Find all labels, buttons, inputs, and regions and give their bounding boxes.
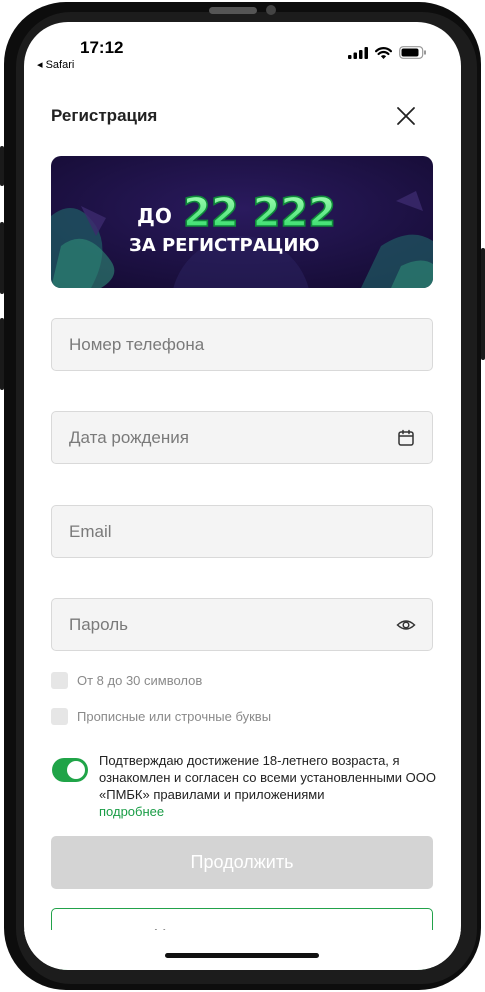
phone-field[interactable]: Номер телефона: [51, 318, 433, 371]
age-consent-toggle[interactable]: [52, 758, 88, 782]
calendar-icon[interactable]: [396, 428, 416, 448]
email-placeholder: Email: [69, 522, 112, 541]
birthdate-field[interactable]: Дата рождения: [51, 411, 433, 464]
back-to-safari-link[interactable]: ◂ Safari: [37, 58, 74, 71]
battery-icon: [399, 46, 426, 59]
page-title: Регистрация: [51, 106, 158, 125]
status-icons: [348, 46, 427, 59]
phone-speaker: [209, 7, 257, 14]
status-time: 17:12: [80, 38, 124, 57]
continue-button[interactable]: Продолжить: [51, 836, 433, 889]
cellular-signal-icon: [348, 46, 368, 59]
toggle-knob: [67, 761, 85, 779]
phone-placeholder: Номер телефона: [69, 335, 205, 354]
phone-power-button: [481, 248, 485, 360]
rule-label: Прописные или строчные буквы: [77, 709, 272, 724]
close-button[interactable]: [394, 104, 418, 128]
email-field[interactable]: Email: [51, 505, 433, 558]
banner-prefix-text: ДО: [137, 204, 172, 228]
banner-amount-text: 22 222: [183, 190, 336, 236]
phone-screen: 17:12 ◂ Safari Регистрация ДО 22 222 ЗА …: [24, 22, 461, 970]
consent-more-link[interactable]: подробнее: [99, 803, 439, 820]
password-rule-length: От 8 до 30 символов: [51, 672, 202, 689]
wifi-icon: [375, 46, 392, 59]
birthdate-placeholder: Дата рождения: [69, 428, 189, 447]
password-placeholder: Пароль: [69, 615, 128, 634]
promo-banner-graphic: ДО 22 222 ЗА РЕГИСТРАЦИЮ: [51, 156, 433, 288]
eye-icon[interactable]: [396, 615, 416, 635]
bottom-safe-area: [24, 930, 461, 970]
phone-mockup: 17:12 ◂ Safari Регистрация ДО 22 222 ЗА …: [0, 0, 485, 992]
phone-camera: [266, 5, 276, 15]
rule-label: От 8 до 30 символов: [77, 673, 203, 688]
password-rule-letters: Прописные или строчные буквы: [51, 708, 271, 725]
home-indicator: [165, 953, 319, 958]
close-icon: [397, 107, 415, 125]
consent-text: Подтверждаю достижение 18-летнего возрас…: [99, 753, 436, 802]
password-field[interactable]: Пароль: [51, 598, 433, 651]
rule-check-box: [51, 708, 68, 725]
banner-subtitle-text: ЗА РЕГИСТРАЦИЮ: [129, 235, 320, 256]
promo-banner[interactable]: ДО 22 222 ЗА РЕГИСТРАЦИЮ: [51, 156, 433, 288]
consent-text-block: Подтверждаю достижение 18-летнего возрас…: [99, 752, 439, 820]
rule-check-box: [51, 672, 68, 689]
